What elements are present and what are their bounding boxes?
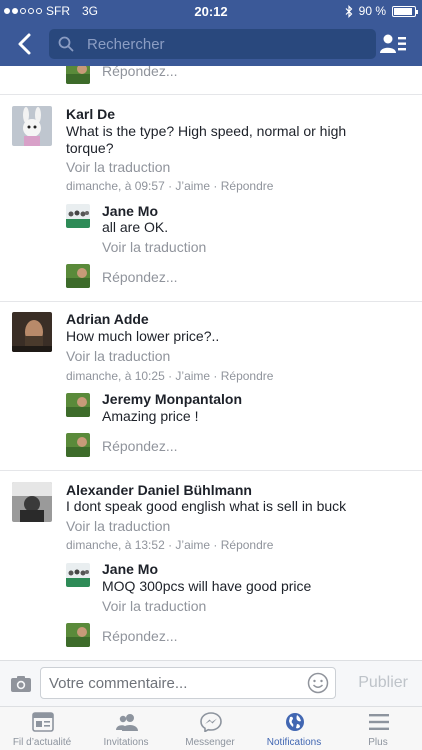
see-translation-link[interactable]: Voir la traduction (102, 598, 206, 614)
tab-messenger[interactable]: Messenger (168, 707, 252, 750)
avatar[interactable] (66, 563, 90, 587)
emoji-icon[interactable] (307, 672, 329, 694)
back-chevron-icon[interactable] (14, 32, 38, 56)
friend-list-icon[interactable] (380, 32, 406, 56)
my-avatar (66, 264, 90, 288)
comment-input[interactable]: Votre commentaire... (40, 667, 336, 699)
avatar[interactable] (12, 312, 52, 352)
header: SFR 3G 20:12 90 % Rechercher (0, 0, 422, 66)
tab-news-feed[interactable]: Fil d’actualité (0, 707, 84, 750)
tab-more[interactable]: Plus (336, 707, 420, 750)
my-avatar (66, 66, 90, 84)
globe-notifications-icon (286, 713, 304, 731)
see-translation-link[interactable]: Voir la traduction (66, 518, 170, 534)
battery-icon (392, 5, 418, 17)
reply-prompt[interactable]: Répondez... (102, 269, 178, 285)
comment-meta[interactable]: dimanche, à 10:25 · J’aime · Répondre (66, 369, 273, 383)
reply-text: all are OK. (102, 219, 169, 235)
tab-label: Invitations (103, 737, 149, 748)
avatar[interactable] (66, 204, 90, 228)
divider (0, 470, 422, 471)
my-avatar (66, 623, 90, 647)
tab-invitations[interactable]: Invitations (84, 707, 168, 750)
status-bar: SFR 3G 20:12 90 % (0, 0, 422, 22)
comment-text: What is the type? High speed, normal or … (66, 123, 347, 139)
comment-meta[interactable]: dimanche, à 13:52 · J’aime · Répondre (66, 538, 273, 552)
reply-prompt[interactable]: Répondez... (102, 66, 178, 79)
bluetooth-icon (345, 4, 352, 18)
tab-label: Messenger (185, 737, 235, 748)
see-translation-link[interactable]: Voir la traduction (66, 348, 170, 364)
comment-text: torque? (66, 140, 114, 156)
see-translation-link[interactable]: Voir la traduction (102, 239, 206, 255)
top-nav: Rechercher (0, 26, 422, 62)
reply-text: MOQ 300pcs will have good price (102, 578, 312, 594)
tab-notifications[interactable]: Notifications (252, 707, 336, 750)
friend-requests-icon (116, 714, 138, 731)
tab-label: Plus (368, 737, 388, 748)
comment-text: How much lower price?.. (66, 328, 220, 344)
avatar[interactable] (66, 393, 90, 417)
search-bar[interactable]: Rechercher (49, 29, 376, 59)
search-icon (58, 36, 74, 52)
avatar[interactable] (12, 106, 52, 146)
reply-text: Amazing price ! (102, 408, 199, 424)
menu-icon (369, 714, 389, 730)
reply-prompt[interactable]: Répondez... (102, 438, 178, 454)
status-right: 90 % (345, 4, 418, 18)
comment-placeholder: Votre commentaire... (49, 675, 188, 692)
messenger-icon (200, 712, 222, 732)
reply-author[interactable]: Jane Mo (102, 203, 158, 219)
comment-author[interactable]: Karl De (66, 106, 115, 122)
battery-percent: 90 % (358, 4, 386, 18)
comment-text: I dont speak good english what is sell i… (66, 498, 347, 514)
publish-button[interactable]: Publier (358, 674, 408, 692)
comment-composer: Votre commentaire... Publier (0, 660, 422, 706)
tab-label: Notifications (266, 737, 322, 748)
my-avatar (66, 433, 90, 457)
reply-author[interactable]: Jane Mo (102, 561, 158, 577)
news-feed-icon (32, 712, 54, 732)
divider (0, 94, 422, 95)
comments-list: Répondez... Karl De What is the type? Hi… (0, 66, 422, 660)
reply-prompt[interactable]: Répondez... (102, 628, 178, 644)
tab-bar: Fil d’actualité Invitations Messenger No… (0, 706, 422, 750)
avatar[interactable] (12, 482, 52, 522)
search-placeholder: Rechercher (87, 36, 165, 53)
comment-meta[interactable]: dimanche, à 09:57 · J’aime · Répondre (66, 179, 273, 193)
comment-author[interactable]: Adrian Adde (66, 311, 149, 327)
see-translation-link[interactable]: Voir la traduction (66, 159, 170, 175)
camera-icon[interactable] (10, 675, 32, 693)
tab-label: Fil d’actualité (12, 737, 72, 748)
divider (0, 301, 422, 302)
comment-author[interactable]: Alexander Daniel Bühlmann (66, 482, 252, 498)
reply-author[interactable]: Jeremy Monpantalon (102, 391, 242, 407)
